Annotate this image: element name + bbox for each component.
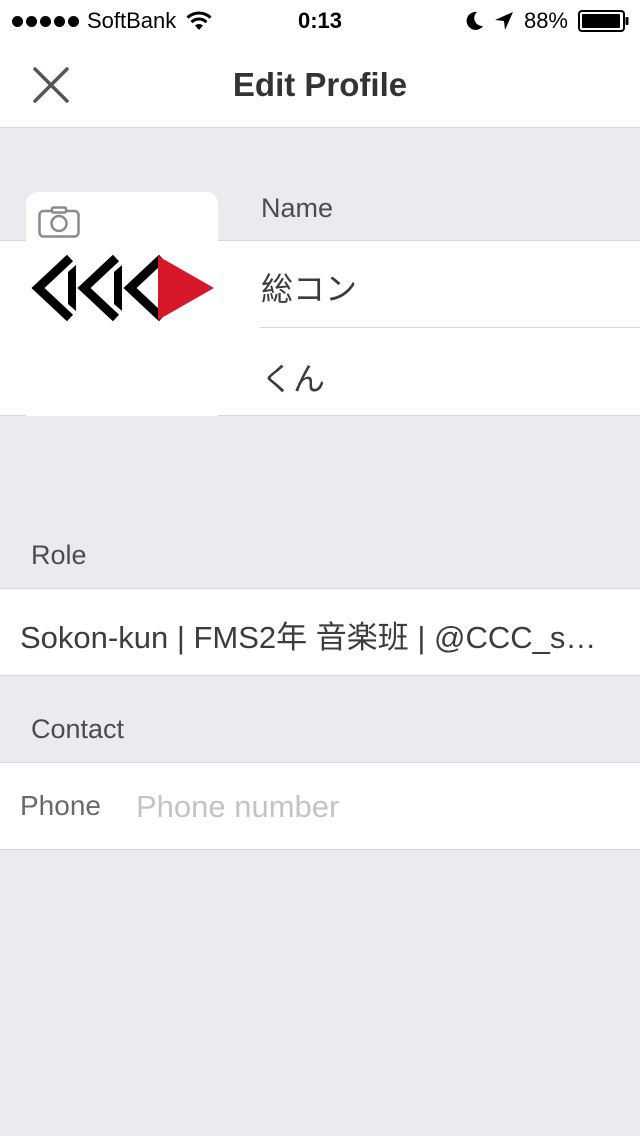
divider: [0, 849, 640, 850]
phone-label: Phone: [20, 790, 101, 821]
divider: [0, 762, 640, 763]
location-arrow-icon: [494, 12, 513, 30]
contact-section-label: Contact: [31, 714, 125, 744]
role-field[interactable]: Sokon-kun | FMS2年 音楽班 | @CCC_s…: [20, 612, 624, 657]
divider: [0, 588, 640, 589]
first-name-field[interactable]: 総コン: [261, 264, 357, 310]
moon-icon: [466, 11, 483, 30]
divider: [0, 675, 640, 676]
name-section-label: Name: [261, 193, 334, 223]
battery-percentage: 88%: [523, 8, 568, 33]
page-title: Edit Profile: [232, 66, 408, 103]
edit-profile-screen: SoftBank 0:13 88% Edit Profile Name 総コン …: [0, 0, 640, 1136]
battery-icon: [578, 10, 629, 32]
navigation-bar: Edit Profile: [0, 40, 640, 128]
role-section-label: Role: [31, 540, 87, 570]
last-name-field[interactable]: くん: [261, 354, 325, 400]
phone-number-input[interactable]: [136, 784, 616, 830]
camera-icon[interactable]: [38, 206, 80, 238]
status-bar: SoftBank 0:13 88%: [0, 0, 640, 40]
ccc-logo: [31, 254, 214, 322]
divider: [260, 327, 640, 328]
